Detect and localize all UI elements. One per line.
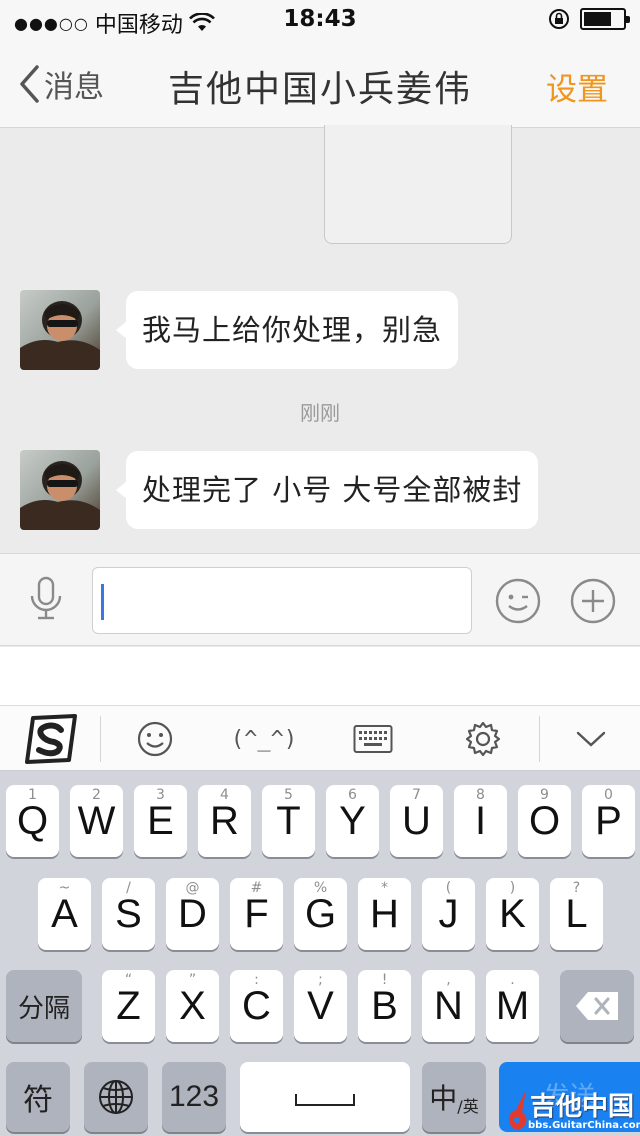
back-label: 消息: [44, 70, 104, 105]
sogou-logo-icon: [25, 714, 77, 764]
key-x[interactable]: ” X: [166, 970, 219, 1042]
separator-key[interactable]: 分隔: [6, 970, 82, 1042]
key-d[interactable]: @ D: [166, 878, 219, 950]
key-j[interactable]: (J: [422, 878, 475, 950]
message-input[interactable]: [92, 567, 472, 634]
key-i[interactable]: 8I: [454, 785, 507, 857]
key-a[interactable]: ~ A: [38, 878, 91, 950]
lang-sub-label: /英: [457, 1097, 479, 1116]
key-r[interactable]: 4R: [198, 785, 251, 857]
text-caret: [101, 584, 104, 620]
toolbar-divider: [100, 716, 101, 762]
key-g[interactable]: % G: [294, 878, 347, 950]
globe-icon: [99, 1080, 133, 1114]
delete-key[interactable]: [560, 970, 634, 1042]
message-bubble[interactable]: 我马上给你处理，别急: [115, 291, 459, 369]
status-bar: ●●●○○ 中国移动 18:43: [0, 0, 640, 40]
space-icon: [295, 1094, 355, 1106]
backspace-icon: [576, 992, 618, 1020]
key-o[interactable]: 9O: [518, 785, 571, 857]
keyboard: 1Q 2W 3E 4R 5T 6Y 7U 8I 9O 0P ~ A / S @ D #…: [0, 771, 640, 1136]
microphone-icon: [30, 576, 62, 620]
battery-icon: [580, 8, 630, 30]
smiley-icon: [495, 578, 541, 624]
voice-button[interactable]: [26, 576, 66, 626]
message-row: 我马上给你处理，别急: [20, 290, 459, 370]
ime-logo-button[interactable]: [16, 706, 86, 772]
key-h[interactable]: * H: [358, 878, 411, 950]
key-k[interactable]: ) K: [486, 878, 539, 950]
page-title: 吉他中国小兵姜伟: [167, 69, 472, 110]
key-s[interactable]: / S: [102, 878, 155, 950]
language-key[interactable]: [84, 1062, 148, 1132]
ime-toolbar: (^_^): [0, 705, 640, 771]
more-button[interactable]: [570, 578, 616, 628]
emoji-keyboard-button[interactable]: [120, 706, 190, 772]
key-e[interactable]: 3E: [134, 785, 187, 857]
numbers-key[interactable]: 123: [162, 1062, 226, 1132]
key-p[interactable]: 0P: [582, 785, 635, 857]
back-button[interactable]: 消息: [18, 62, 104, 106]
key-u[interactable]: 7U: [390, 785, 443, 857]
message-bubble[interactable]: 处理完了 小号 大号全部被封: [115, 451, 539, 529]
settings-button[interactable]: 设置: [546, 64, 608, 109]
smiley-icon: [137, 721, 173, 757]
watermark-logo: 吉他中国 bbs.GuitarChina.com: [504, 1086, 640, 1136]
chat-area[interactable]: 我马上给你处理，别急 刚刚 处理完了 小号 大号全部被封: [0, 125, 640, 553]
message-timestamp: 刚刚: [300, 401, 340, 425]
key-y[interactable]: 6Y: [326, 785, 379, 857]
avatar[interactable]: [20, 290, 100, 370]
message-input-bar: [0, 553, 640, 646]
chevron-down-icon: [576, 731, 606, 747]
keyboard-icon: [353, 725, 393, 753]
watermark-title: 吉他中国: [530, 1092, 635, 1122]
clock: 18:43: [283, 6, 357, 32]
blank-area: [0, 647, 640, 705]
key-q[interactable]: 1Q: [6, 785, 59, 857]
key-z[interactable]: “Z: [102, 970, 155, 1042]
key-v[interactable]: ; V: [294, 970, 347, 1042]
key-f[interactable]: # F: [230, 878, 283, 950]
avatar[interactable]: [20, 450, 100, 530]
chinese-english-toggle[interactable]: 中/英: [422, 1062, 486, 1132]
plus-circle-icon: [570, 578, 616, 624]
rotation-lock-icon: [549, 9, 569, 29]
navigation-bar: 消息 吉他中国小兵姜伟 设置: [0, 40, 640, 128]
kaomoji-label: (^_^): [230, 726, 298, 752]
image-message[interactable]: [324, 125, 512, 244]
chevron-left-icon: [20, 65, 39, 103]
symbol-key[interactable]: 符: [6, 1062, 70, 1132]
message-row: 处理完了 小号 大号全部被封: [20, 450, 539, 530]
gear-icon: [465, 721, 501, 757]
ime-settings-button[interactable]: [448, 706, 518, 772]
kaomoji-button[interactable]: (^_^): [222, 706, 306, 772]
lang-main-label: 中: [429, 1082, 458, 1115]
emoji-button[interactable]: [495, 578, 541, 628]
key-w[interactable]: 2W: [70, 785, 123, 857]
key-b[interactable]: ! B: [358, 970, 411, 1042]
space-key[interactable]: [240, 1062, 410, 1132]
toolbar-divider: [539, 716, 540, 762]
keyboard-switch-button[interactable]: [338, 706, 408, 772]
key-c[interactable]: :C: [230, 970, 283, 1042]
key-l[interactable]: ? L: [550, 878, 603, 950]
key-n[interactable]: ,N: [422, 970, 475, 1042]
watermark-url: bbs.GuitarChina.com: [528, 1120, 640, 1131]
key-m[interactable]: .M: [486, 970, 539, 1042]
key-t[interactable]: 5T: [262, 785, 315, 857]
hide-keyboard-button[interactable]: [556, 706, 626, 772]
